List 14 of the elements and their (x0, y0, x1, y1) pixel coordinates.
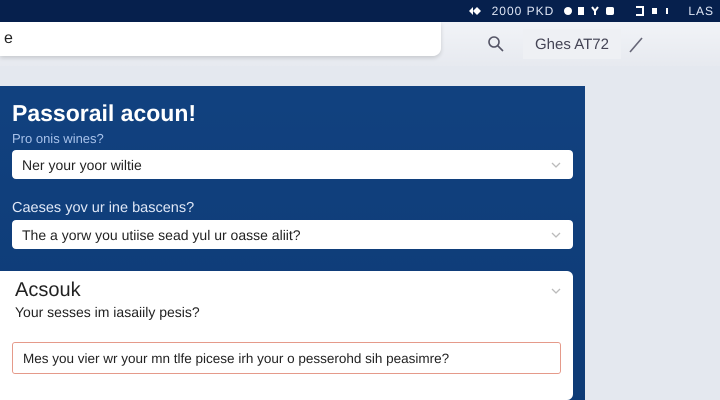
search-icon[interactable] (487, 35, 505, 53)
status-text: 2000 PKD (492, 4, 554, 18)
field-label: Pro onis wines? (12, 131, 105, 146)
field-label: Caeses yov ur ine bascens? (12, 200, 196, 216)
search-field[interactable]: e (0, 22, 441, 56)
chevron-icon (551, 232, 561, 238)
select-field[interactable]: Ner your yoor wiltie (12, 150, 573, 179)
card-subtitle: Your sesses im iasaiily pesis? (15, 304, 201, 320)
form-title: Passorail acoun! (12, 100, 198, 127)
status-text: LAS (688, 4, 714, 18)
card-title: Acsouk (15, 279, 81, 302)
input-field[interactable]: Mes you vier wr your mn tlfe picese irh your o pesserohd sih peasimre? (12, 342, 561, 374)
chevron-icon (551, 162, 561, 168)
select-field[interactable]: The a yorw you utiise sead yul ur oasse aliit? (12, 220, 573, 249)
